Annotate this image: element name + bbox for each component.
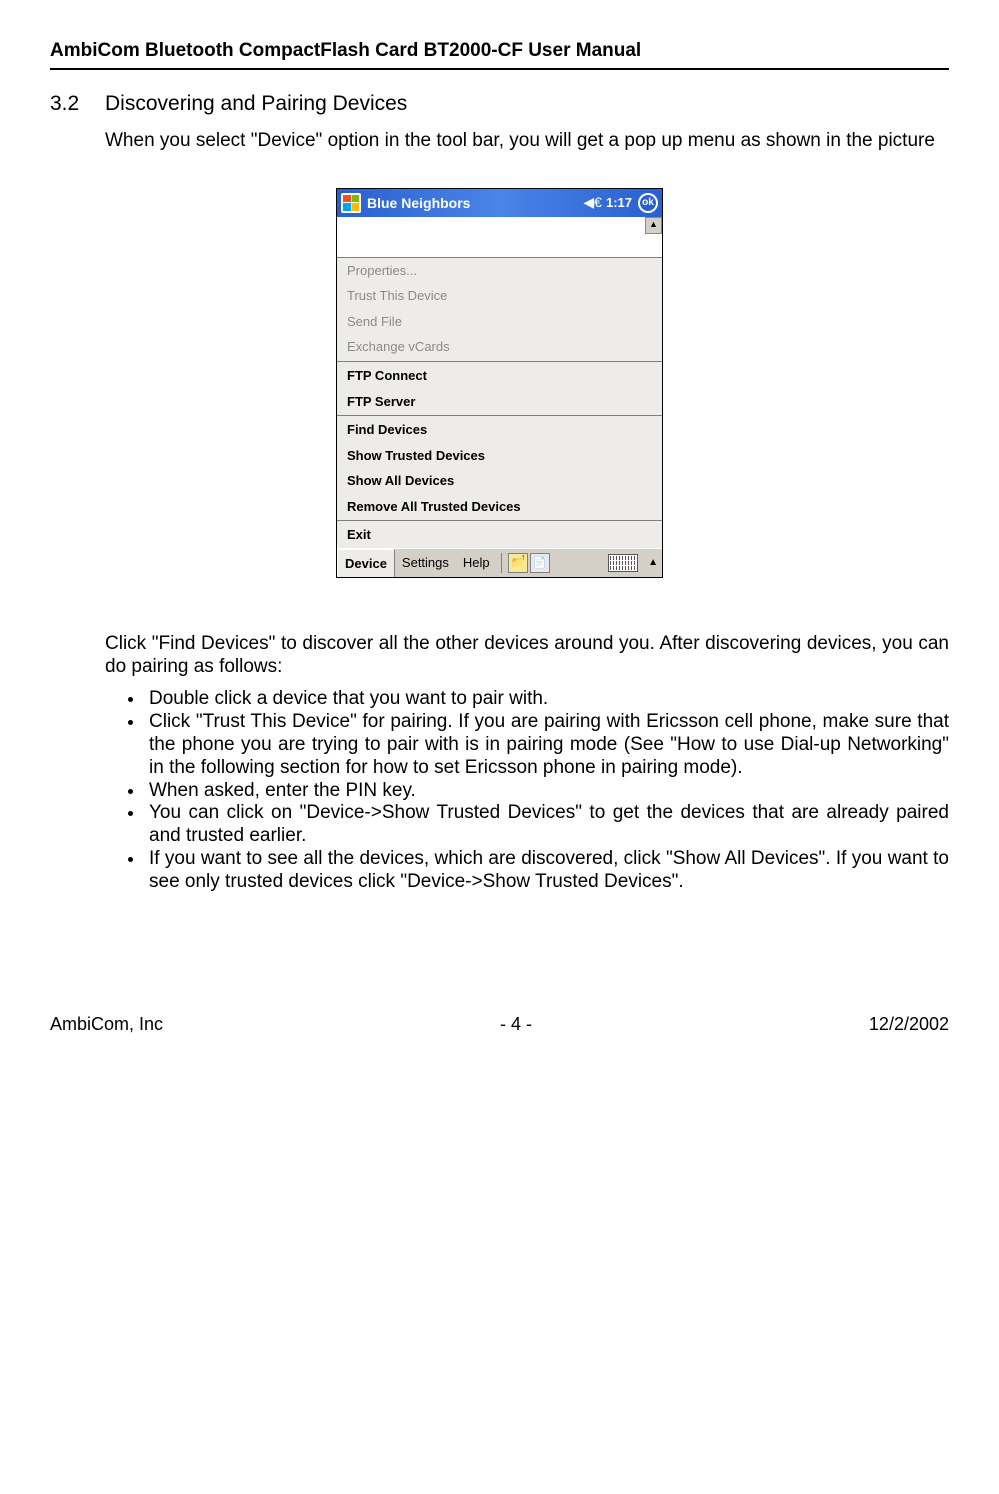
- bottom-toolbar: Device Settings Help 📁↑ 📄 ▲: [337, 548, 662, 577]
- ok-button[interactable]: ok: [638, 193, 658, 213]
- scrollbar-up-icon[interactable]: ▲: [645, 217, 662, 234]
- menu-exit[interactable]: Exit: [337, 522, 662, 548]
- content-area: ▲: [337, 217, 662, 257]
- section-heading: 3.2 Discovering and Pairing Devices: [50, 92, 949, 116]
- list-item: Click "Trust This Device" for pairing. I…: [145, 711, 949, 779]
- toolbar-settings[interactable]: Settings: [395, 549, 456, 577]
- footer-date: 12/2/2002: [869, 1014, 949, 1035]
- instruction-list: Double click a device that you want to p…: [105, 688, 949, 893]
- menu-show-trusted[interactable]: Show Trusted Devices: [337, 443, 662, 469]
- menu-separator: [337, 415, 662, 416]
- menu-find-devices[interactable]: Find Devices: [337, 417, 662, 443]
- folder-up-icon[interactable]: 📁↑: [508, 553, 528, 573]
- menu-separator: [337, 520, 662, 521]
- paragraph-click-find: Click "Find Devices" to discover all the…: [105, 633, 949, 679]
- footer-company: AmbiCom, Inc: [50, 1014, 163, 1035]
- header-title: AmbiCom Bluetooth CompactFlash Card BT20…: [50, 40, 949, 62]
- start-icon[interactable]: [341, 193, 361, 213]
- page-footer: AmbiCom, Inc - 4 - 12/2/2002: [50, 1014, 949, 1035]
- window-title: Blue Neighbors: [367, 195, 583, 211]
- list-item: Double click a device that you want to p…: [145, 688, 949, 711]
- list-item: You can click on "Device->Show Trusted D…: [145, 802, 949, 848]
- menu-exchange-vcards[interactable]: Exchange vCards: [337, 334, 662, 360]
- toolbar-device[interactable]: Device: [337, 549, 395, 577]
- toolbar-separator: [501, 553, 502, 573]
- menu-show-all[interactable]: Show All Devices: [337, 468, 662, 494]
- list-item: When asked, enter the PIN key.: [145, 780, 949, 803]
- clock-time[interactable]: 1:17: [606, 195, 632, 210]
- menu-remove-trusted[interactable]: Remove All Trusted Devices: [337, 494, 662, 520]
- device-menu: Properties... Trust This Device Send Fil…: [337, 257, 662, 548]
- menu-separator: [337, 361, 662, 362]
- title-bar: Blue Neighbors ◀€ 1:17 ok: [337, 189, 662, 217]
- speaker-icon[interactable]: ◀€: [583, 194, 602, 211]
- keyboard-arrow-icon[interactable]: ▲: [648, 557, 658, 568]
- footer-page-number: - 4 -: [500, 1014, 532, 1035]
- toolbar-help[interactable]: Help: [456, 549, 497, 577]
- section-title: Discovering and Pairing Devices: [105, 92, 407, 116]
- menu-trust-device[interactable]: Trust This Device: [337, 283, 662, 309]
- keyboard-icon[interactable]: [608, 554, 638, 572]
- menu-ftp-server[interactable]: FTP Server: [337, 389, 662, 415]
- document-icon[interactable]: 📄: [530, 553, 550, 573]
- menu-ftp-connect[interactable]: FTP Connect: [337, 363, 662, 389]
- list-item: If you want to see all the devices, whic…: [145, 848, 949, 894]
- section-number: 3.2: [50, 92, 105, 116]
- paragraph-intro: When you select "Device" option in the t…: [105, 130, 949, 153]
- menu-properties[interactable]: Properties...: [337, 258, 662, 284]
- device-screenshot: Blue Neighbors ◀€ 1:17 ok ▲ Properties..…: [336, 188, 663, 578]
- screenshot-container: Blue Neighbors ◀€ 1:17 ok ▲ Properties..…: [50, 188, 949, 578]
- menu-send-file[interactable]: Send File: [337, 309, 662, 335]
- header-divider: [50, 68, 949, 70]
